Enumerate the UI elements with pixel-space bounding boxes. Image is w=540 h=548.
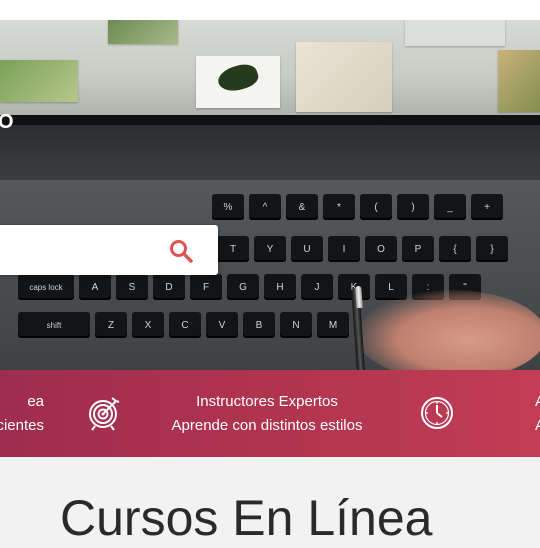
page: % ^ & * ( ) _ + tab Q W E R T Y U I O P [0,0,540,548]
laptop-bezel [0,115,540,125]
key: caps lock [18,274,74,300]
feature-title: A [535,390,540,414]
feature-title: ea [27,393,44,410]
feature-item-partial: A A [535,390,540,438]
screen-thumbnail [405,20,505,46]
key: D [153,274,185,300]
key-row-numbers: % ^ & * ( ) _ + [212,194,503,220]
top-strip [0,0,540,20]
section-title: Cursos En Línea [60,490,433,546]
key: J [301,274,333,300]
target-icon [89,397,120,431]
hero-banner: % ^ & * ( ) _ + tab Q W E R T Y U I O P [0,20,540,370]
key: ( [360,194,392,220]
key: X [132,312,164,338]
clock-icon [421,397,453,429]
search-icon[interactable] [168,238,194,264]
feature-subtitle: cientes [0,417,44,434]
key: { [439,236,471,262]
screen-thumbnail [296,42,392,112]
search-input[interactable] [2,237,162,263]
feature-title: Instructores Expertos [196,393,338,410]
key: H [264,274,296,300]
key: F [190,274,222,300]
key: O [365,236,397,262]
key: A [79,274,111,300]
feature-item-instructors: Instructores Expertos Aprende con distin… [162,390,372,438]
feature-subtitle: A [535,414,540,438]
screen-thumbnail [108,20,178,44]
features-band: ea cientes Instructores Expertos Aprende… [0,370,540,457]
key: N [280,312,312,338]
screen-thumbnail [0,60,78,102]
laptop-screen [0,20,540,118]
key: Y [254,236,286,262]
key: C [169,312,201,338]
key: ^ [249,194,281,220]
key: + [471,194,503,220]
key: P [402,236,434,262]
key: U [291,236,323,262]
key: } [476,236,508,262]
key: ) [397,194,429,220]
key: _ [434,194,466,220]
laptop-deck [0,125,540,185]
key: B [243,312,275,338]
key: I [328,236,360,262]
key: shift [18,312,90,338]
key: T [217,236,249,262]
key: S [116,274,148,300]
key: % [212,194,244,220]
search-box[interactable] [0,225,218,275]
feature-item-online: ea cientes [0,390,44,438]
key: V [206,312,238,338]
key-row-bottom: shift Z X C V B N M [18,312,349,338]
screen-thumbnail [196,56,280,108]
hand-photo [356,290,540,370]
hero-heading: O [0,111,15,133]
key: M [317,312,349,338]
key: G [227,274,259,300]
key: Z [95,312,127,338]
screen-thumbnail [498,50,540,112]
key: & [286,194,318,220]
key: * [323,194,355,220]
feature-subtitle: Aprende con distintos estilos [171,417,363,434]
courses-section: Cursos En Línea [0,457,540,548]
